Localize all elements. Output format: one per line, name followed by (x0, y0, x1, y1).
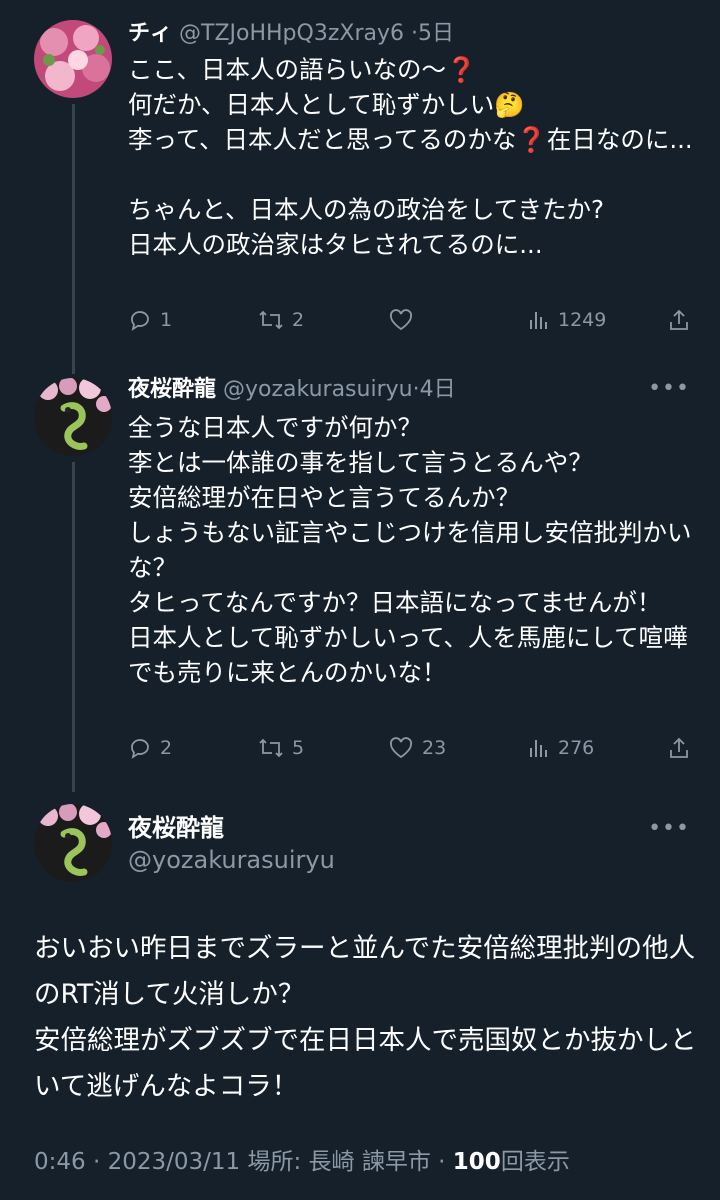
retweet-icon (259, 738, 283, 758)
avatar[interactable] (34, 378, 112, 456)
tweet-date[interactable]: 2023/03/11 (108, 1149, 241, 1175)
views-label[interactable]: 回表示 (501, 1149, 570, 1175)
reply-icon (131, 739, 149, 759)
retweet-count: 5 (292, 737, 305, 759)
like-button[interactable]: 23 (388, 736, 508, 760)
display-name[interactable]: チィ (128, 21, 172, 46)
separator-dot: · (92, 1149, 101, 1175)
retweet-icon (259, 310, 283, 330)
reply-tweet[interactable]: チィ @TZJoHHpQ3zXray6 ·5日 ここ、日本人の語らいなの〜❓ 何… (128, 20, 700, 262)
retweet-count: 2 (292, 309, 305, 331)
tweet-header: 夜桜酔龍 @yozakurasuiryu·4日 (128, 376, 700, 406)
share-icon (670, 309, 688, 330)
reply-count: 2 (160, 737, 173, 759)
thread-line (72, 462, 75, 792)
separator-dot: · (412, 377, 420, 402)
reply-button[interactable]: 1 (128, 308, 258, 332)
like-count: 23 (422, 737, 447, 759)
focus-tweet-header: 夜桜酔龍 @yozakurasuiryu ••• (128, 812, 700, 876)
tweet-meta: 0:46 · 2023/03/11 場所: 長崎 諫早市 · 100回表示 (34, 1142, 570, 1182)
separator-dot: · (411, 21, 418, 46)
user-handle[interactable]: @yozakurasuiryu (128, 844, 700, 876)
views-button[interactable]: 1249 (528, 309, 668, 331)
tweet-time[interactable]: 4日 (420, 377, 456, 402)
tweet-time[interactable]: 5日 (418, 21, 454, 46)
tweet-header: チィ @TZJoHHpQ3zXray6 ·5日 (128, 20, 700, 50)
avatar[interactable] (34, 804, 112, 882)
user-handle[interactable]: @yozakurasuiryu (223, 377, 413, 402)
like-icon (389, 737, 413, 759)
avatar[interactable] (34, 20, 112, 98)
display-name[interactable]: 夜桜酔龍 (128, 377, 216, 402)
like-button[interactable] (388, 308, 508, 332)
tweet-location[interactable]: 場所: 長崎 諫早市 (247, 1149, 430, 1175)
views-icon (530, 312, 547, 329)
view-count: 1249 (558, 309, 607, 331)
views-count[interactable]: 100 (453, 1149, 501, 1175)
share-icon (670, 737, 688, 758)
reply-count: 1 (160, 309, 173, 331)
more-icon[interactable]: ••• (648, 816, 690, 841)
more-icon[interactable]: ••• (648, 376, 690, 401)
share-button[interactable] (668, 736, 690, 760)
like-icon (389, 309, 413, 331)
separator-dot: · (438, 1149, 446, 1175)
thread-line (72, 104, 75, 374)
tweet-time[interactable]: 0:46 (34, 1149, 86, 1175)
retweet-button[interactable]: 5 (258, 736, 388, 760)
retweet-button[interactable]: 2 (258, 308, 388, 332)
focus-tweet-text: おいおい昨日までズラーと並んでた安倍総理批判の他人のRT消して火消しか？ 安倍総… (34, 933, 697, 1102)
views-button[interactable]: 276 (528, 737, 668, 759)
reply-button[interactable]: 2 (128, 736, 258, 760)
share-button[interactable] (668, 308, 690, 332)
action-bar: 2 5 23 276 (128, 732, 690, 764)
views-icon (530, 740, 547, 757)
tweet-text: 全うな日本人ですが何か？ 李とは一体誰の事を指して言うとるんや？ 安倍総理が在日… (128, 413, 692, 687)
tweet-text: ここ、日本人の語らいなの〜❓ 何だか、日本人として恥ずかしい🤔 李って、日本人だ… (128, 55, 693, 259)
action-bar: 1 2 1249 (128, 304, 690, 336)
user-handle[interactable]: @TZJoHHpQ3zXray6 (179, 21, 404, 46)
display-name[interactable]: 夜桜酔龍 (128, 812, 700, 844)
reply-tweet[interactable]: 夜桜酔龍 @yozakurasuiryu·4日 ••• 全うな日本人ですが何か？… (128, 376, 700, 690)
view-count: 276 (558, 737, 595, 759)
reply-icon (131, 311, 149, 331)
